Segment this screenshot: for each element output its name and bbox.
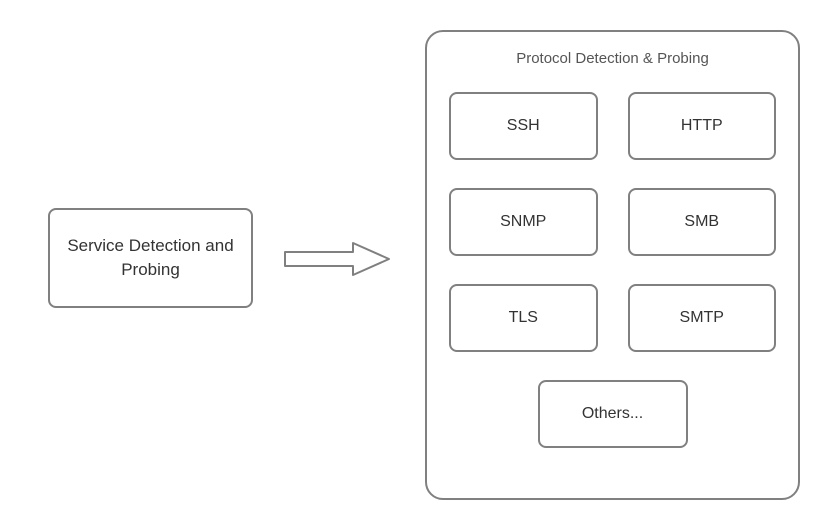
container-title: Protocol Detection & Probing [449, 50, 776, 67]
protocol-detection-container: Protocol Detection & Probing SSH HTTP SN… [425, 30, 800, 500]
protocol-label: HTTP [681, 117, 723, 135]
protocol-label: Others... [582, 405, 643, 423]
protocol-label: SMTP [680, 309, 724, 327]
protocol-label: TLS [509, 309, 538, 327]
protocol-label: SSH [507, 117, 540, 135]
service-detection-label: Service Detection and Probing [60, 234, 241, 282]
protocol-box-tls: TLS [449, 284, 598, 352]
protocol-box-http: HTTP [628, 92, 777, 160]
service-detection-box: Service Detection and Probing [48, 208, 253, 308]
others-row: Others... [449, 380, 776, 448]
protocol-grid: SSH HTTP SNMP SMB TLS SMTP [449, 92, 776, 352]
protocol-label: SNMP [500, 213, 546, 231]
arrow-right-icon [283, 240, 393, 278]
protocol-box-smb: SMB [628, 188, 777, 256]
protocol-box-smtp: SMTP [628, 284, 777, 352]
protocol-box-snmp: SNMP [449, 188, 598, 256]
protocol-label: SMB [684, 213, 719, 231]
protocol-box-others: Others... [538, 380, 688, 448]
protocol-box-ssh: SSH [449, 92, 598, 160]
